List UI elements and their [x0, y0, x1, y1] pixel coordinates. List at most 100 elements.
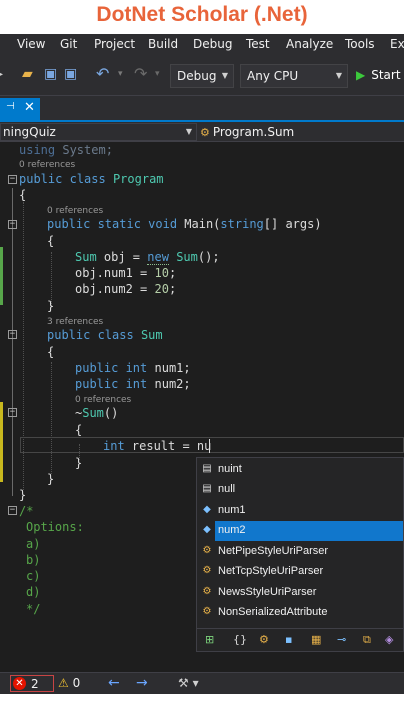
document-tab-strip: ⊣ ✕ — [0, 96, 404, 122]
completion-item[interactable]: ◆ num1 — [197, 501, 403, 521]
intellisense-popup[interactable]: ▤ nuint ▤ null ◆ num1 ◆ num2 ⚙ NetPipeSt… — [196, 457, 404, 652]
chevron-down-icon: ▼ — [335, 71, 342, 80]
completion-item[interactable]: ⚙ NonSerializedAttribute — [197, 603, 403, 623]
code-editor[interactable]: − − − − − using System; 0 references pub… — [0, 142, 404, 672]
namespace-filter-icon[interactable]: {} — [233, 633, 247, 647]
class-icon: ⚙ — [202, 545, 212, 556]
code-line: obj.num2 = 20; — [75, 282, 177, 296]
menu-tools[interactable]: Tools — [345, 37, 375, 51]
class-icon: ⚙ — [202, 565, 212, 576]
completion-item[interactable]: ⚙ NetTcpStyleUriParser — [197, 562, 403, 582]
document-tab[interactable]: ⊣ ✕ — [0, 98, 40, 120]
code-cleanup-icon[interactable]: ⚒ ▾ — [178, 676, 199, 690]
collapse-icon[interactable]: − — [8, 220, 17, 229]
codelens-references[interactable]: 0 references — [19, 160, 75, 170]
code-line: { — [75, 423, 83, 437]
warning-count-button[interactable]: ⚠ 0 — [58, 676, 80, 690]
chevron-down-icon[interactable]: ▾ — [118, 66, 123, 82]
comment-line: c) — [26, 569, 41, 583]
outline-line — [12, 188, 13, 496]
menu-build[interactable]: Build — [148, 37, 178, 51]
current-line-highlight — [20, 437, 404, 453]
start-button[interactable]: ▶ Start — [356, 68, 401, 82]
chevron-down-icon: ▼ — [185, 127, 192, 136]
undo-icon[interactable]: ↶ — [96, 66, 109, 82]
chevron-down-icon[interactable]: ▾ — [155, 66, 160, 82]
class-icon: ⚙ — [200, 126, 210, 139]
collapse-icon[interactable]: − — [8, 175, 17, 184]
code-line: } — [47, 299, 55, 313]
collapse-icon[interactable]: − — [8, 408, 17, 417]
comment-line: a) — [26, 537, 41, 551]
menu-test[interactable]: Test — [246, 37, 270, 51]
save-all-icon[interactable]: ▣ — [64, 66, 77, 82]
change-bar — [0, 247, 3, 305]
code-line: { — [19, 188, 27, 202]
code-line: } — [19, 488, 27, 502]
channel-banner: DotNet Scholar (.Net) — [0, 0, 404, 34]
completion-filter-bar: ⊞ {} ⚙ ▪ ▦ ⊸ ⧉ ◈ — [197, 628, 403, 651]
menu-view[interactable]: View — [17, 37, 45, 51]
type-name: Program.Sum — [212, 125, 295, 139]
menu-debug[interactable]: Debug — [193, 37, 232, 51]
menu-project[interactable]: Project — [94, 37, 135, 51]
keyword-icon: ▤ — [202, 463, 212, 474]
platform-select[interactable]: Any CPU ▼ — [240, 64, 348, 88]
open-folder-icon[interactable]: ▰ — [22, 66, 33, 82]
class-icon: ⚙ — [202, 586, 212, 597]
code-line: { — [47, 345, 55, 359]
menu-analyze[interactable]: Analyze — [286, 37, 333, 51]
code-line: public class Sum — [47, 328, 163, 342]
redo-icon[interactable]: ↷ — [134, 66, 147, 82]
completion-item[interactable]: ⚙ NetPipeStyleUriParser — [197, 542, 403, 562]
codelens-references[interactable]: 0 references — [75, 395, 131, 405]
comment-line: Options: — [26, 520, 84, 534]
save-icon[interactable]: ▣ — [44, 66, 57, 82]
code-line: public class Program — [19, 172, 164, 186]
method-filter-icon[interactable]: ◈ — [385, 633, 393, 647]
comment-line: b) — [26, 553, 41, 567]
codelens-references[interactable]: 3 references — [47, 317, 103, 327]
completion-item[interactable]: ▤ null — [197, 480, 403, 500]
code-line: } — [47, 472, 55, 486]
page-bottom — [0, 694, 404, 720]
menu-bar: View Git Project Build Debug Test Analyz… — [0, 34, 404, 56]
menu-extensions[interactable]: Ext — [390, 37, 404, 51]
collapse-icon[interactable]: − — [8, 506, 17, 515]
error-count: 2 — [31, 677, 39, 691]
enum-filter-icon[interactable]: ▦ — [311, 633, 321, 647]
pin-icon[interactable]: ⊣ — [6, 101, 15, 112]
new-project-icon[interactable]: ▸ — [0, 66, 3, 82]
project-dropdown[interactable]: ningQuiz ▼ — [0, 123, 197, 141]
struct-filter-icon[interactable]: ▪ — [285, 633, 292, 647]
project-name: ningQuiz — [3, 125, 56, 139]
config-select[interactable]: Debug ▼ — [170, 64, 234, 88]
arrow-right-icon[interactable]: → — [136, 675, 148, 691]
start-label: Start — [371, 68, 401, 82]
delegate-filter-icon[interactable]: ⧉ — [363, 633, 371, 647]
code-line: public int num1; — [75, 361, 191, 375]
codelens-references[interactable]: 0 references — [47, 206, 103, 216]
comment-line: /* — [19, 504, 34, 518]
completion-item[interactable]: ⚙ NewsStyleUriParser — [197, 583, 403, 603]
code-line: Sum obj = new Sum(); — [75, 250, 220, 265]
completion-item[interactable]: ▤ nuint — [197, 460, 403, 480]
error-count-button[interactable]: ✕ 2 — [10, 675, 54, 692]
comment-line: */ — [26, 602, 41, 616]
interface-filter-icon[interactable]: ⊸ — [337, 633, 346, 647]
class-filter-icon[interactable]: ⚙ — [259, 633, 269, 647]
collapse-icon[interactable]: − — [8, 330, 17, 339]
close-icon[interactable]: ✕ — [24, 100, 35, 115]
arrow-left-icon[interactable]: ← — [108, 675, 120, 691]
warning-icon: ⚠ — [58, 676, 69, 690]
change-bar — [0, 402, 3, 482]
code-line: using System; — [19, 143, 113, 157]
completion-item-selected[interactable]: ◆ num2 — [203, 521, 403, 541]
type-dropdown[interactable]: ⚙ Program.Sum — [200, 124, 294, 141]
expand-filter-icon[interactable]: ⊞ — [205, 633, 214, 647]
field-icon: ◆ — [203, 504, 211, 515]
warning-count: 0 — [72, 676, 81, 690]
toolbar: ▸ ▰ ▣ ▣ ↶ ▾ ↷ ▾ Debug ▼ Any CPU ▼ ▶ Start — [0, 56, 404, 96]
menu-git[interactable]: Git — [60, 37, 77, 51]
chevron-down-icon: ▼ — [221, 71, 228, 80]
